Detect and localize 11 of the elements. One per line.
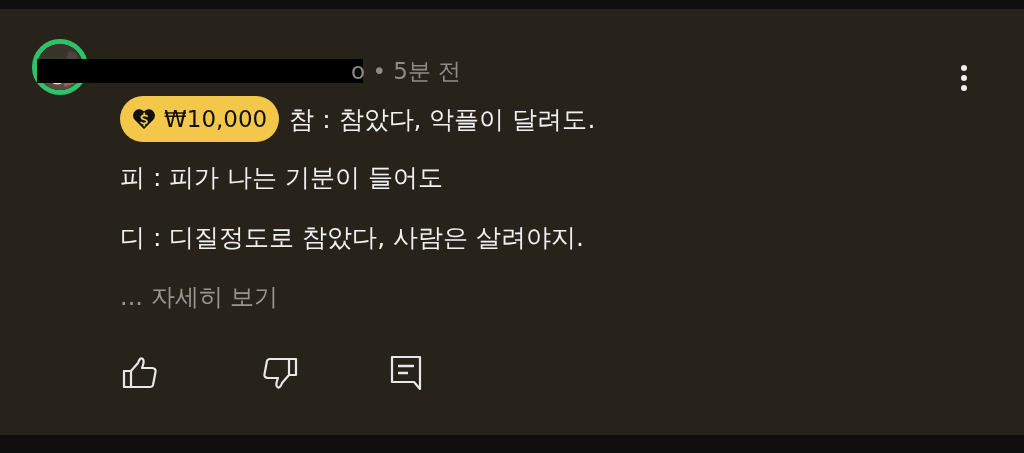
heart-dollar-icon (132, 108, 156, 130)
reply-icon[interactable] (390, 355, 422, 391)
thumbs-down-icon[interactable] (262, 356, 298, 390)
more-options-icon[interactable] (960, 64, 968, 92)
thumbs-up-icon[interactable] (122, 356, 158, 390)
comment-text: 피 : 피가 나는 기분이 들어도 (120, 161, 444, 194)
read-more-link[interactable]: ... 자세히 보기 (120, 281, 279, 313)
comment-text: 참 : 참았다, 악플이 달려도. (289, 103, 596, 136)
comment-text: 디 : 디질정도로 참았다, 사람은 살려야지. (120, 221, 585, 254)
comment-meta: o • 5분 전 (351, 56, 462, 86)
super-thanks-badge: ₩10,000 (120, 96, 280, 142)
